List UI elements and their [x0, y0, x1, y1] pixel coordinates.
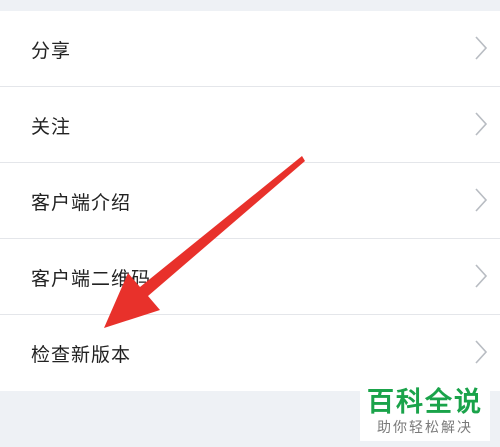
menu-item-label: 客户端二维码 [31, 267, 152, 290]
watermark-brand: 百科全说 [367, 387, 483, 418]
watermark-slogan: 助你轻松解决 [377, 420, 473, 436]
menu-item-label: 关注 [31, 115, 72, 138]
menu-item-label: 客户端介绍 [31, 191, 132, 214]
top-spacer [0, 0, 500, 11]
menu-item-client-intro[interactable]: 客户端介绍 [0, 163, 500, 239]
chevron-right-icon [474, 35, 488, 60]
watermark: 百科全说 助你轻松解决 [360, 385, 490, 441]
menu-item-follow[interactable]: 关注 [0, 87, 500, 163]
menu-item-label: 分享 [31, 39, 72, 62]
chevron-right-icon [474, 339, 488, 364]
menu-item-share[interactable]: 分享 [0, 11, 500, 87]
menu-list: 分享 关注 客户端介绍 客户端二维码 检查新版本 [0, 11, 500, 391]
menu-item-client-qrcode[interactable]: 客户端二维码 [0, 239, 500, 315]
chevron-right-icon [474, 111, 488, 136]
menu-item-check-update[interactable]: 检查新版本 [0, 315, 500, 391]
menu-item-label: 检查新版本 [31, 343, 132, 366]
chevron-right-icon [474, 263, 488, 288]
chevron-right-icon [474, 187, 488, 212]
